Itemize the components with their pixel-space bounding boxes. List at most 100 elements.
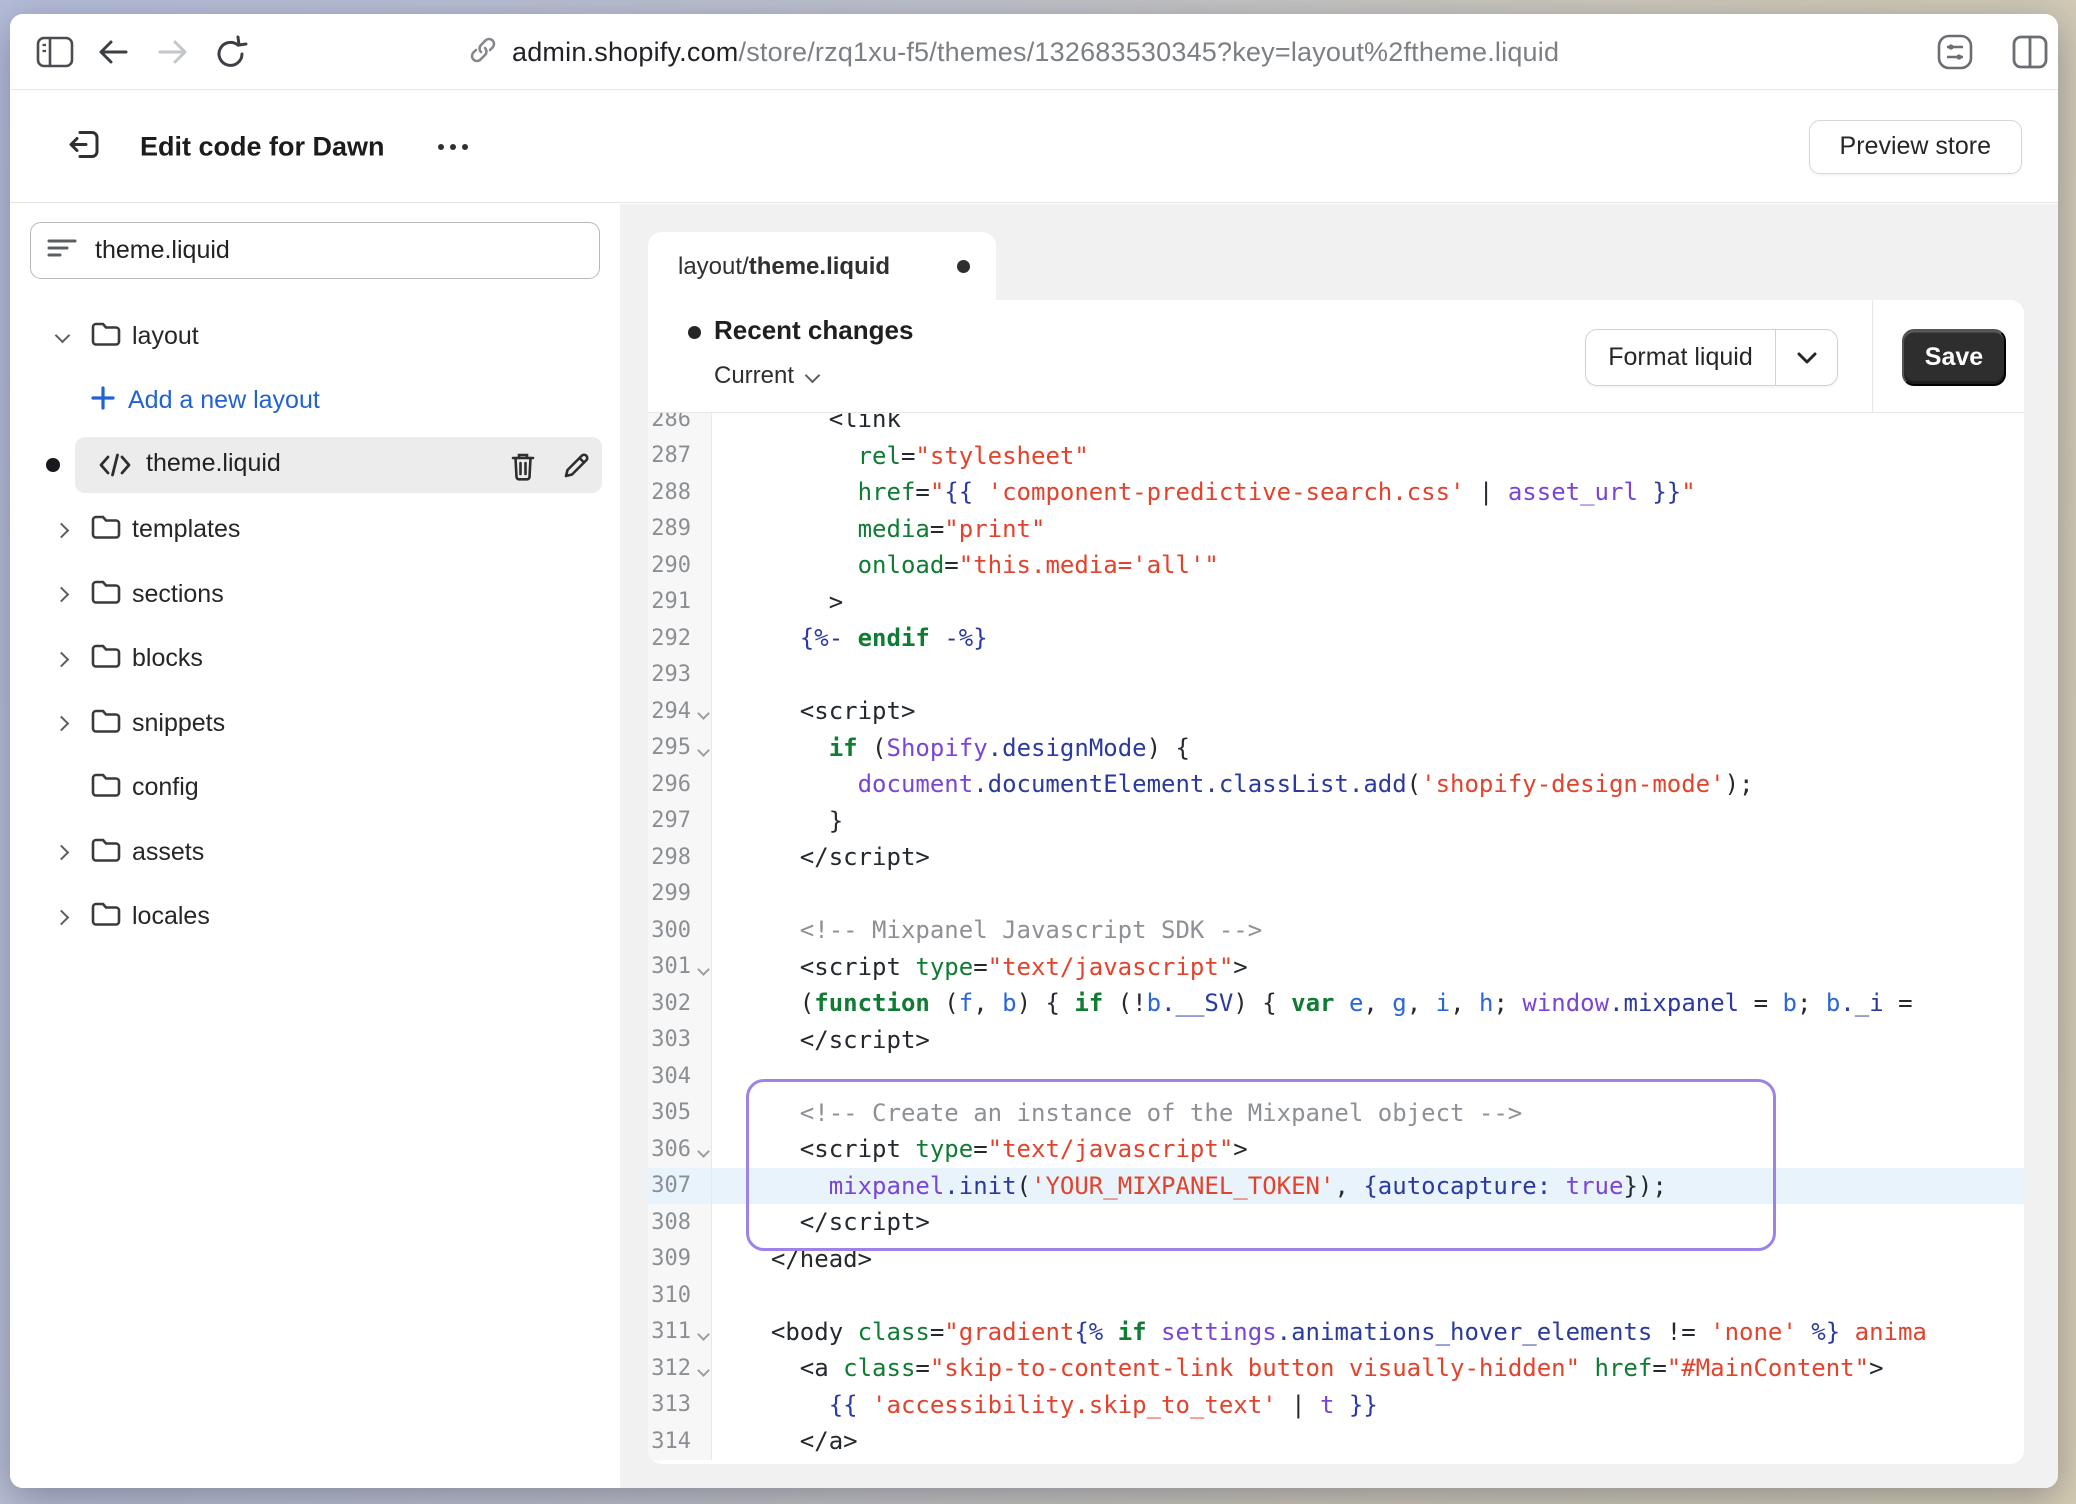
code-line[interactable]: 291 > [648, 584, 2024, 621]
code-line[interactable]: 306 <script type="text/javascript"> [648, 1131, 2024, 1168]
folder-icon [90, 771, 122, 804]
fold-chevron-icon[interactable] [699, 967, 710, 978]
code-line[interactable]: 287 rel="stylesheet" [648, 438, 2024, 475]
code-line[interactable]: 288 href="{{ 'component-predictive-searc… [648, 474, 2024, 511]
code-line[interactable]: 311 <body class="gradient{% if settings.… [648, 1314, 2024, 1351]
code-line[interactable]: 289 media="print" [648, 511, 2024, 548]
folder-icon [90, 707, 122, 740]
code-file-icon [98, 451, 132, 484]
line-number: 312 [648, 1350, 712, 1387]
code-line[interactable]: 294 <script> [648, 693, 2024, 730]
line-number: 313 [648, 1387, 712, 1424]
chevron-down-icon[interactable] [56, 330, 68, 342]
code-line[interactable]: 293 [648, 657, 2024, 694]
code-line[interactable]: 300 <!-- Mixpanel Javascript SDK --> [648, 912, 2024, 949]
save-button[interactable]: Save [1902, 329, 2006, 386]
code-line-text: href="{{ 'component-predictive-search.cs… [712, 478, 2024, 506]
sidebar-item-config[interactable]: config [10, 760, 620, 816]
code-line[interactable]: 301 <script type="text/javascript"> [648, 949, 2024, 986]
code-line-text: <link [712, 413, 2024, 433]
editor-panel-header: Recent changes Current Format liquid Sav… [648, 300, 2024, 413]
forward-icon[interactable] [156, 37, 190, 67]
code-line-text: document.documentElement.classList.add('… [712, 770, 2024, 798]
sidebar-item-assets[interactable]: assets [10, 824, 620, 880]
browser-settings-icon[interactable] [1935, 32, 1975, 72]
exit-icon[interactable] [66, 124, 106, 169]
code-editor[interactable]: 286 <link287 rel="stylesheet"288 href="{… [648, 413, 2024, 1464]
chevron-right-icon[interactable] [56, 846, 68, 858]
code-line[interactable]: 298 </script> [648, 839, 2024, 876]
code-line[interactable]: 295 if (Shopify.designMode) { [648, 730, 2024, 767]
line-number: 298 [648, 839, 712, 876]
chevron-right-icon[interactable] [56, 911, 68, 923]
sidebar-item-locales[interactable]: locales [10, 889, 620, 945]
sidebar-item-templates[interactable]: templates [10, 502, 620, 558]
format-liquid-button[interactable]: Format liquid [1585, 329, 1838, 386]
search-input[interactable] [93, 235, 583, 266]
page-title: Edit code for Dawn [140, 131, 385, 162]
sidebar-item-theme-liquid[interactable]: theme.liquid [10, 437, 620, 493]
sidebar-item-blocks[interactable]: blocks [10, 631, 620, 687]
code-line-text: </head> [712, 1245, 2024, 1273]
sidebar-item-sections[interactable]: sections [10, 566, 620, 622]
code-line[interactable]: 297 } [648, 803, 2024, 840]
chevron-right-icon[interactable] [56, 524, 68, 536]
code-line[interactable]: 308 </script> [648, 1204, 2024, 1241]
code-line[interactable]: 292 {%- endif -%} [648, 620, 2024, 657]
line-number: 308 [648, 1204, 712, 1241]
format-options-chevron[interactable] [1775, 330, 1837, 385]
line-number: 286 [648, 413, 712, 438]
fold-chevron-icon[interactable] [699, 1149, 710, 1160]
code-line[interactable]: 296 document.documentElement.classList.a… [648, 766, 2024, 803]
line-number: 307 [648, 1168, 712, 1205]
code-line-text: {{ 'accessibility.skip_to_text' | t }} [712, 1391, 2024, 1419]
code-line[interactable]: 299 [648, 876, 2024, 913]
tab-theme-liquid[interactable]: layout/theme.liquid [648, 232, 996, 301]
code-line[interactable]: 305 <!-- Create an instance of the Mixpa… [648, 1095, 2024, 1132]
sidebar-item-layout[interactable]: layout [10, 308, 620, 364]
fold-chevron-icon[interactable] [699, 1332, 710, 1343]
header-divider [1872, 300, 1873, 413]
code-line[interactable]: 304 [648, 1058, 2024, 1095]
add-new-layout-button[interactable]: Add a new layout [10, 373, 620, 429]
version-dropdown[interactable]: Current [714, 362, 820, 390]
code-line[interactable]: 312 <a class="skip-to-content-link butto… [648, 1350, 2024, 1387]
file-search[interactable] [30, 222, 600, 279]
code-line-text: <a class="skip-to-content-link button vi… [712, 1354, 2024, 1382]
url-bar[interactable]: admin.shopify.com/store/rzq1xu-f5/themes… [512, 37, 1559, 68]
code-line[interactable]: 303 </script> [648, 1022, 2024, 1059]
browser-sidebar-toggle-icon[interactable] [36, 36, 74, 68]
code-line[interactable]: 310 [648, 1277, 2024, 1314]
folder-icon [90, 642, 122, 675]
fold-chevron-icon[interactable] [699, 1368, 710, 1379]
fold-chevron-icon[interactable] [699, 748, 710, 759]
code-line[interactable]: 290 onload="this.media='all'" [648, 547, 2024, 584]
split-view-icon[interactable] [2010, 34, 2050, 70]
folder-icon [90, 836, 122, 869]
code-line[interactable]: 302 (function (f, b) { if (!b.__SV) { va… [648, 985, 2024, 1022]
code-line-text: <script type="text/javascript"> [712, 953, 2024, 981]
code-line-text: mixpanel.init('YOUR_MIXPANEL_TOKEN', {au… [712, 1172, 2024, 1200]
folder-icon [90, 900, 122, 933]
folder-icon [90, 578, 122, 611]
back-icon[interactable] [96, 37, 130, 67]
chevron-right-icon[interactable] [56, 588, 68, 600]
code-line[interactable]: 307 mixpanel.init('YOUR_MIXPANEL_TOKEN',… [648, 1168, 2024, 1205]
reload-icon[interactable] [214, 34, 248, 70]
line-number: 304 [648, 1058, 712, 1095]
line-number: 302 [648, 985, 712, 1022]
more-actions-button[interactable] [428, 134, 478, 160]
delete-file-icon[interactable] [508, 450, 538, 487]
code-line[interactable]: 286 <link [648, 413, 2024, 438]
code-line[interactable]: 313 {{ 'accessibility.skip_to_text' | t … [648, 1387, 2024, 1424]
sidebar-item-snippets[interactable]: snippets [10, 695, 620, 751]
preview-store-button[interactable]: Preview store [1809, 120, 2022, 174]
edit-file-icon[interactable] [560, 450, 592, 487]
fold-chevron-icon[interactable] [699, 711, 710, 722]
line-number: 287 [648, 438, 712, 475]
chevron-right-icon[interactable] [56, 653, 68, 665]
line-number: 289 [648, 511, 712, 548]
chevron-right-icon[interactable] [56, 717, 68, 729]
code-line[interactable]: 309 </head> [648, 1241, 2024, 1278]
code-line[interactable]: 314 </a> [648, 1423, 2024, 1460]
